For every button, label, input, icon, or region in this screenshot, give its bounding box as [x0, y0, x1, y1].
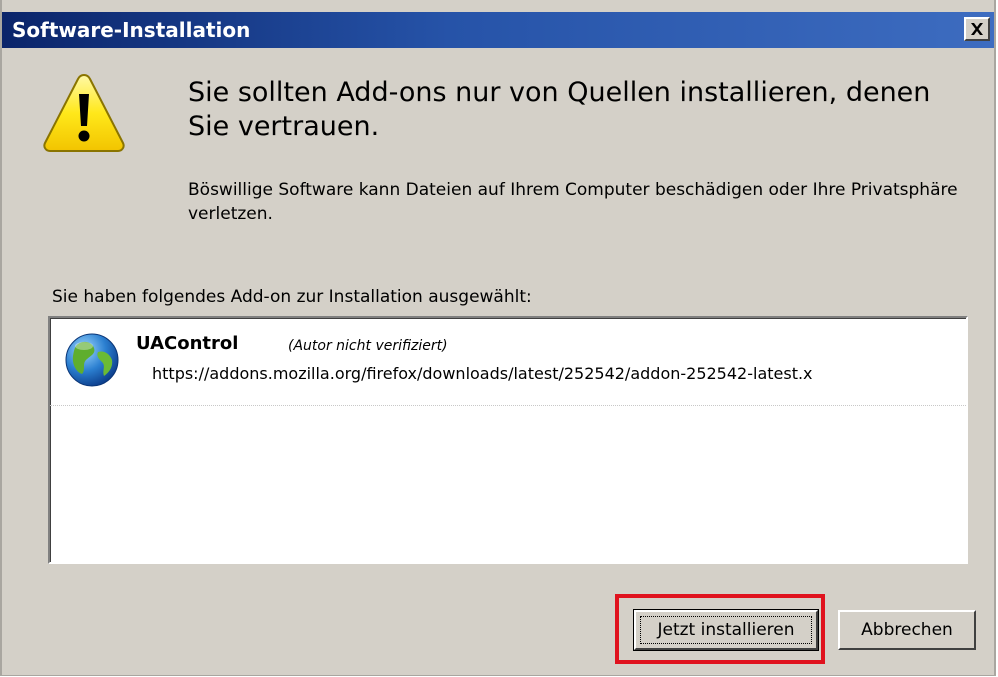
addon-list[interactable]: UAControl (Autor nicht verifiziert) http…	[48, 316, 968, 564]
globe-icon	[65, 333, 119, 387]
selection-label: Sie haben folgendes Add-on zur Installat…	[52, 287, 532, 307]
warning-triangle-icon	[43, 73, 125, 152]
cancel-button[interactable]: Abbrechen	[838, 610, 976, 650]
close-button[interactable]	[964, 17, 990, 41]
software-installation-dialog: Software-Installation Sie sollten Add-on…	[0, 0, 996, 676]
install-now-button-label: Jetzt installieren	[657, 620, 795, 640]
close-icon	[971, 23, 983, 35]
addon-url: https://addons.mozilla.org/firefox/downl…	[152, 364, 813, 383]
list-item[interactable]: UAControl (Autor nicht verifiziert) http…	[50, 318, 966, 406]
addon-author-note: (Autor nicht verifiziert)	[288, 338, 448, 354]
warning-heading: Sie sollten Add-ons nur von Quellen inst…	[188, 77, 931, 142]
addon-name: UAControl	[136, 333, 239, 354]
warning-description: Böswillige Software kann Dateien auf Ihr…	[188, 180, 958, 224]
cancel-button-label: Abbrechen	[861, 620, 953, 640]
install-now-button[interactable]: Jetzt installieren	[633, 609, 819, 651]
window-title: Software-Installation	[12, 18, 251, 42]
title-bar[interactable]: Software-Installation	[2, 12, 994, 48]
